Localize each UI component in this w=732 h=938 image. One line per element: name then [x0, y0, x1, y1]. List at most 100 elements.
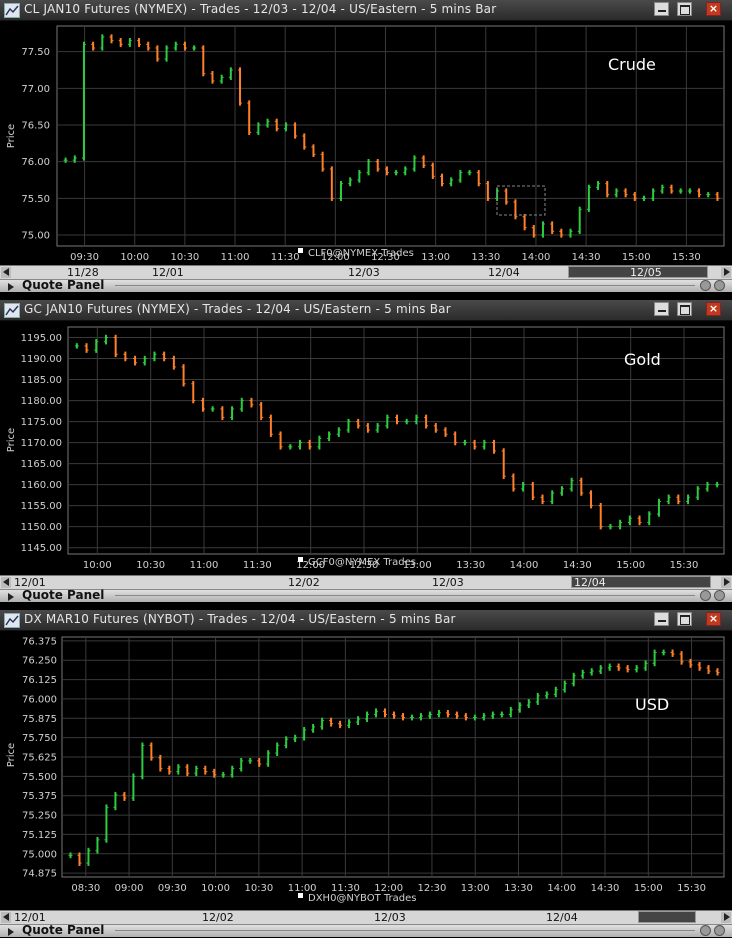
- gold-date-scrollbar[interactable]: 12/01 12/02 12/03 12/04: [0, 575, 732, 589]
- price-bar: [403, 166, 408, 176]
- maximize-icon[interactable]: [677, 2, 692, 16]
- y-tick-label: 75.625: [22, 753, 57, 764]
- price-bar: [526, 699, 531, 709]
- crude-chart[interactable]: 77.50 77.00 76.50 76.00 75.50 75.00 09:30 10:0…: [0, 20, 732, 265]
- price-bar: [670, 649, 675, 657]
- x-tick-label: 15:30: [670, 560, 699, 571]
- price-bar: [580, 669, 585, 679]
- crude-titlebar[interactable]: CL JAN10 Futures (NYMEX) - Trades - 12/0…: [0, 0, 732, 21]
- price-bar: [472, 439, 477, 450]
- close-icon[interactable]: ×: [706, 612, 721, 626]
- close-icon[interactable]: ×: [706, 2, 721, 16]
- quote-panel-label: Quote Panel: [22, 923, 105, 937]
- usd-chart[interactable]: 76.375 76.250 76.125 76.000 75.875 75.750 75.6…: [0, 630, 732, 908]
- y-tick-label: 76.00: [21, 157, 50, 168]
- price-bar: [678, 188, 683, 194]
- price-bar: [171, 355, 176, 370]
- crude-chart-area[interactable]: 77.50 77.00 76.50 76.00 75.50 75.00 09:30 10:0…: [0, 20, 732, 265]
- price-bar: [133, 355, 138, 366]
- price-bar: [375, 159, 380, 172]
- y-tick-label: 76.250: [22, 656, 57, 667]
- x-tick-label: 11:30: [271, 252, 300, 263]
- price-bar: [275, 742, 280, 757]
- gold-titlebar[interactable]: GC JAN10 Futures (NYMEX) - Trades - 12/0…: [0, 300, 732, 321]
- crude-quote-panel[interactable]: Quote Panel: [0, 278, 732, 292]
- scroll-right-icon[interactable]: [721, 912, 731, 923]
- gold-chart[interactable]: 1195.00 1190.00 1185.00 1180.00 1175.00 1170.…: [0, 320, 732, 574]
- legend-swatch: [298, 557, 303, 562]
- price-bar: [531, 225, 536, 238]
- price-bar: [176, 764, 181, 775]
- price-bar: [356, 418, 361, 429]
- chart-label-crude: Crude: [608, 55, 656, 74]
- price-bar: [297, 439, 302, 450]
- legend-swatch: [298, 893, 303, 898]
- gold-chart-area[interactable]: 1195.00 1190.00 1185.00 1180.00 1175.00 1170.…: [0, 320, 732, 574]
- price-bar: [302, 727, 307, 741]
- expand-icon[interactable]: [8, 593, 14, 601]
- close-icon[interactable]: ×: [706, 302, 721, 316]
- price-bar: [268, 414, 273, 437]
- y-tick-label: 75.250: [22, 811, 57, 822]
- price-bar: [257, 757, 262, 767]
- x-tick-label: 11:30: [243, 560, 272, 571]
- price-bar: [238, 67, 243, 106]
- minimize-icon[interactable]: [654, 2, 669, 16]
- price-bar: [482, 439, 487, 450]
- settings-icon[interactable]: [700, 925, 711, 936]
- price-bar: [676, 494, 681, 505]
- price-bar: [113, 334, 118, 358]
- usd-titlebar[interactable]: DX MAR10 Futures (NYBOT) - Trades - 12/0…: [0, 610, 732, 631]
- maximize-icon[interactable]: [677, 302, 692, 316]
- price-bar: [152, 351, 157, 362]
- price-bar: [113, 792, 118, 811]
- scroll-date: 12/03: [432, 576, 464, 589]
- scroll-right-icon[interactable]: [721, 577, 731, 588]
- settings-icon[interactable]: [700, 280, 711, 291]
- expand-icon[interactable]: [8, 928, 14, 936]
- settings-icon[interactable]: [700, 590, 711, 601]
- y-tick-label: 74.875: [22, 869, 57, 880]
- y-tick-label: 75.000: [22, 849, 57, 860]
- price-bar: [660, 184, 665, 194]
- gold-quote-panel[interactable]: Quote Panel: [0, 588, 732, 602]
- help-icon[interactable]: [714, 590, 725, 601]
- maximize-icon[interactable]: [677, 612, 692, 626]
- divider: [115, 285, 695, 286]
- x-tick-label: 12:30: [418, 883, 447, 894]
- scroll-date: 12/03: [348, 266, 380, 279]
- price-bar: [91, 41, 96, 51]
- expand-icon[interactable]: [8, 283, 14, 291]
- price-bar: [173, 41, 178, 51]
- price-bar: [511, 473, 516, 492]
- y-tick-label: 1170.00: [21, 438, 62, 449]
- scroll-left-icon[interactable]: [1, 912, 11, 923]
- y-tick-label: 76.50: [21, 121, 50, 132]
- minimize-icon[interactable]: [654, 302, 669, 316]
- price-bar: [445, 709, 450, 718]
- y-tick-label: 1185.00: [21, 375, 62, 386]
- usd-chart-area[interactable]: 76.375 76.250 76.125 76.000 75.875 75.750 75.6…: [0, 630, 732, 908]
- y-tick-label: 75.500: [22, 772, 57, 783]
- price-bar: [77, 852, 82, 866]
- x-tick-label: 11:00: [190, 560, 219, 571]
- quote-panel-label: Quote Panel: [22, 278, 105, 292]
- price-bar: [499, 711, 504, 718]
- price-bar: [706, 192, 711, 198]
- scroll-left-icon[interactable]: [1, 267, 11, 278]
- help-icon[interactable]: [714, 280, 725, 291]
- gold-window-title: GC JAN10 Futures (NYMEX) - Trades - 12/0…: [24, 302, 451, 316]
- crude-date-scrollbar[interactable]: 11/28 12/01 12/03 12/04 12/05: [0, 265, 732, 279]
- help-icon[interactable]: [714, 925, 725, 936]
- scroll-thumb[interactable]: [638, 911, 696, 923]
- usd-date-scrollbar[interactable]: 12/01 12/02 12/03 12/04: [0, 910, 732, 924]
- usd-quote-panel[interactable]: Quote Panel: [0, 923, 732, 937]
- selection-box[interactable]: [496, 185, 546, 216]
- usd-window-title: DX MAR10 Futures (NYBOT) - Trades - 12/0…: [24, 612, 456, 626]
- minimize-icon[interactable]: [654, 612, 669, 626]
- scroll-right-icon[interactable]: [721, 267, 731, 278]
- price-bar: [647, 511, 652, 526]
- price-bar: [605, 181, 610, 198]
- price-bar: [697, 188, 702, 198]
- scroll-left-icon[interactable]: [1, 577, 11, 588]
